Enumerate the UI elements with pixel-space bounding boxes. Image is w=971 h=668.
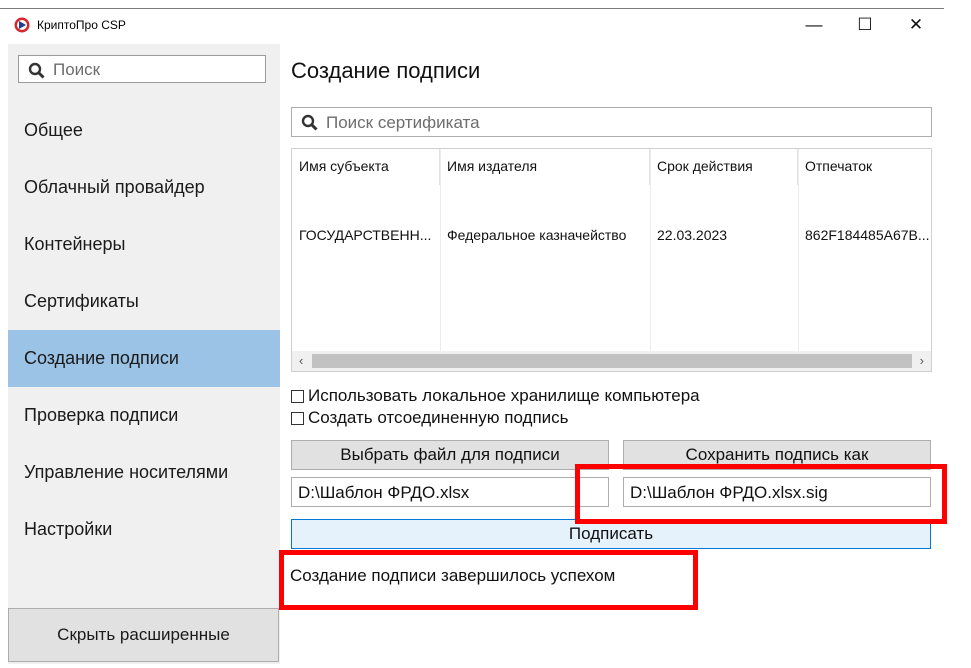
close-icon: ✕ [908, 15, 924, 34]
detached-signature-label: Создать отсоединенную подпись [308, 408, 569, 427]
sidebar-item-certificates[interactable]: Сертификаты [8, 273, 280, 330]
scroll-left-icon[interactable]: ‹ [299, 353, 303, 368]
sidebar-item-containers[interactable]: Контейнеры [8, 216, 280, 273]
cell-thumbprint: 862F184485A67B... [805, 227, 930, 243]
highlight-box-signature-file [575, 464, 947, 524]
cryptopro-logo-icon [14, 17, 30, 33]
window-title: КриптоПро CSP [37, 18, 126, 32]
sidebar-item-media-management[interactable]: Управление носителями [8, 444, 280, 501]
column-divider [440, 149, 441, 353]
use-local-store-label: Использовать локальное хранилище компьют… [308, 386, 700, 405]
horizontal-scrollbar[interactable]: ‹ › [292, 351, 931, 371]
maximize-icon: ☐ [857, 15, 873, 34]
certificate-search-placeholder: Поиск сертификата [326, 113, 480, 132]
sidebar-item-label: Контейнеры [24, 234, 126, 254]
maximize-button[interactable]: ☐ [845, 10, 885, 40]
sidebar-item-label: Проверка подписи [24, 405, 179, 425]
certificate-table: Имя субъекта Имя издателя Срок действия … [291, 148, 932, 372]
sidebar-item-cloud-provider[interactable]: Облачный провайдер [8, 159, 280, 216]
scrollbar-thumb[interactable] [312, 354, 912, 368]
use-local-store-option[interactable]: Использовать локальное хранилище компьют… [291, 386, 700, 406]
sidebar-search-placeholder: Поиск [53, 60, 101, 79]
scroll-right-icon[interactable]: › [920, 353, 924, 368]
column-header-issuer[interactable]: Имя издателя [440, 149, 650, 185]
sidebar-search-input[interactable]: Поиск [18, 55, 266, 83]
sidebar-item-label: Создание подписи [24, 348, 179, 368]
column-divider [650, 149, 651, 353]
window-top-border [0, 8, 944, 9]
search-icon [28, 62, 45, 79]
minimize-button[interactable]: — [794, 10, 834, 40]
sidebar-item-label: Облачный провайдер [24, 177, 205, 197]
column-header-thumbprint[interactable]: Отпечаток [798, 149, 931, 185]
source-file-field[interactable]: D:\Шаблон ФРДО.xlsx [291, 477, 609, 507]
use-local-store-checkbox[interactable] [291, 389, 304, 403]
choose-file-button[interactable]: Выбрать файл для подписи [291, 440, 609, 470]
highlight-box-status [279, 550, 698, 610]
hide-advanced-button[interactable]: Скрыть расширенные [8, 608, 279, 662]
column-header-validity[interactable]: Срок действия [650, 149, 798, 185]
column-divider [798, 149, 799, 353]
cell-subject: ГОСУДАРСТВЕНН... [299, 227, 432, 243]
sidebar-item-settings[interactable]: Настройки [8, 501, 280, 558]
detached-signature-checkbox[interactable] [291, 411, 304, 425]
close-button[interactable]: ✕ [896, 10, 936, 40]
sidebar-item-label: Настройки [24, 519, 113, 539]
search-icon [301, 114, 318, 131]
minimize-icon: — [805, 15, 823, 34]
sidebar-item-general[interactable]: Общее [8, 102, 280, 159]
sidebar-item-label: Общее [24, 120, 83, 140]
page-title: Создание подписи [291, 58, 481, 83]
sidebar-item-verify-signature[interactable]: Проверка подписи [8, 387, 280, 444]
sidebar-item-create-signature[interactable]: Создание подписи [8, 330, 280, 387]
cell-validity: 22.03.2023 [657, 227, 728, 243]
certificate-search-input[interactable]: Поиск сертификата [291, 107, 932, 137]
detached-signature-option[interactable]: Создать отсоединенную подпись [291, 408, 569, 428]
cell-issuer: Федеральное казначейство [447, 227, 627, 243]
sidebar-item-label: Управление носителями [24, 462, 229, 482]
sidebar-item-label: Сертификаты [24, 291, 139, 311]
column-header-subject[interactable]: Имя субъекта [292, 149, 440, 185]
